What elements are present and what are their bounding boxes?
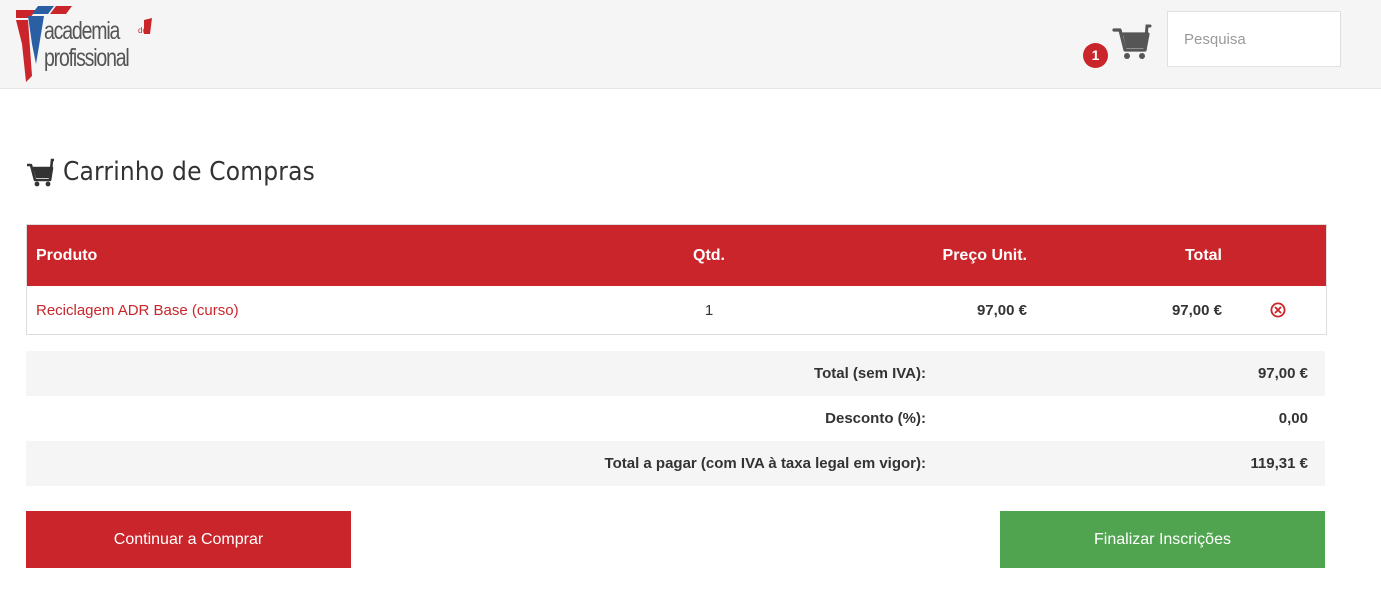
product-cell: Reciclagem ADR Base (curso) [36,286,239,334]
cart-icon [27,158,54,187]
table-row: Reciclagem ADR Base (curso) 1 97,00 € 97… [27,286,1326,334]
close-circle-icon[interactable] [1270,302,1286,318]
subtotal-label: Total (sem IVA): [814,365,926,382]
page-title-text: Carrinho de Compras [63,157,315,187]
column-header-total: Total [1184,246,1222,264]
product-link[interactable]: Reciclagem ADR Base (curso) [36,302,239,319]
discount-label: Desconto (%): [825,410,926,427]
summary-row-total: Total a pagar (com IVA à taxa legal em v… [26,441,1325,486]
site-header: academia profissional do 1 [0,0,1381,89]
remove-item-button[interactable] [1263,286,1293,334]
cart-icon[interactable] [1112,22,1152,62]
column-header-unit-price: Preço Unit. [942,246,1027,264]
total-value: 119,31 € [1250,455,1308,472]
discount-value: 0,00 [1278,410,1308,427]
page-title: Carrinho de Compras [26,152,343,192]
search-input[interactable] [1167,11,1341,67]
logo-small-text: do [138,26,147,35]
total-label: Total a pagar (com IVA à taxa legal em v… [604,455,926,472]
total-cell: 97,00 € [1171,301,1222,319]
continue-shopping-button[interactable]: Continuar a Comprar [26,511,351,568]
site-logo[interactable]: academia profissional do [14,4,159,84]
summary-row-subtotal: Total (sem IVA): 97,00 € [26,351,1325,396]
cart-table-header: Produto Qtd. Preço Unit. Total [27,225,1326,286]
logo-line-2: profissional [44,44,130,72]
column-header-qty: Qtd. [693,246,725,264]
logo-line-1: academia [44,17,120,45]
cart-table: Produto Qtd. Preço Unit. Total Reciclage… [26,224,1327,335]
summary-row-discount: Desconto (%): 0,00 [26,396,1325,441]
finish-registration-button[interactable]: Finalizar Inscrições [1000,511,1325,568]
order-summary: Total (sem IVA): 97,00 € Desconto (%): 0… [26,351,1325,486]
qty-cell: 1 [704,301,714,319]
unit-price-cell: 97,00 € [976,301,1027,319]
subtotal-value: 97,00 € [1257,365,1308,382]
logo-wordmark: academia profissional [44,17,130,72]
cart-count-badge[interactable]: 1 [1083,43,1108,68]
column-header-product: Produto [36,246,98,264]
